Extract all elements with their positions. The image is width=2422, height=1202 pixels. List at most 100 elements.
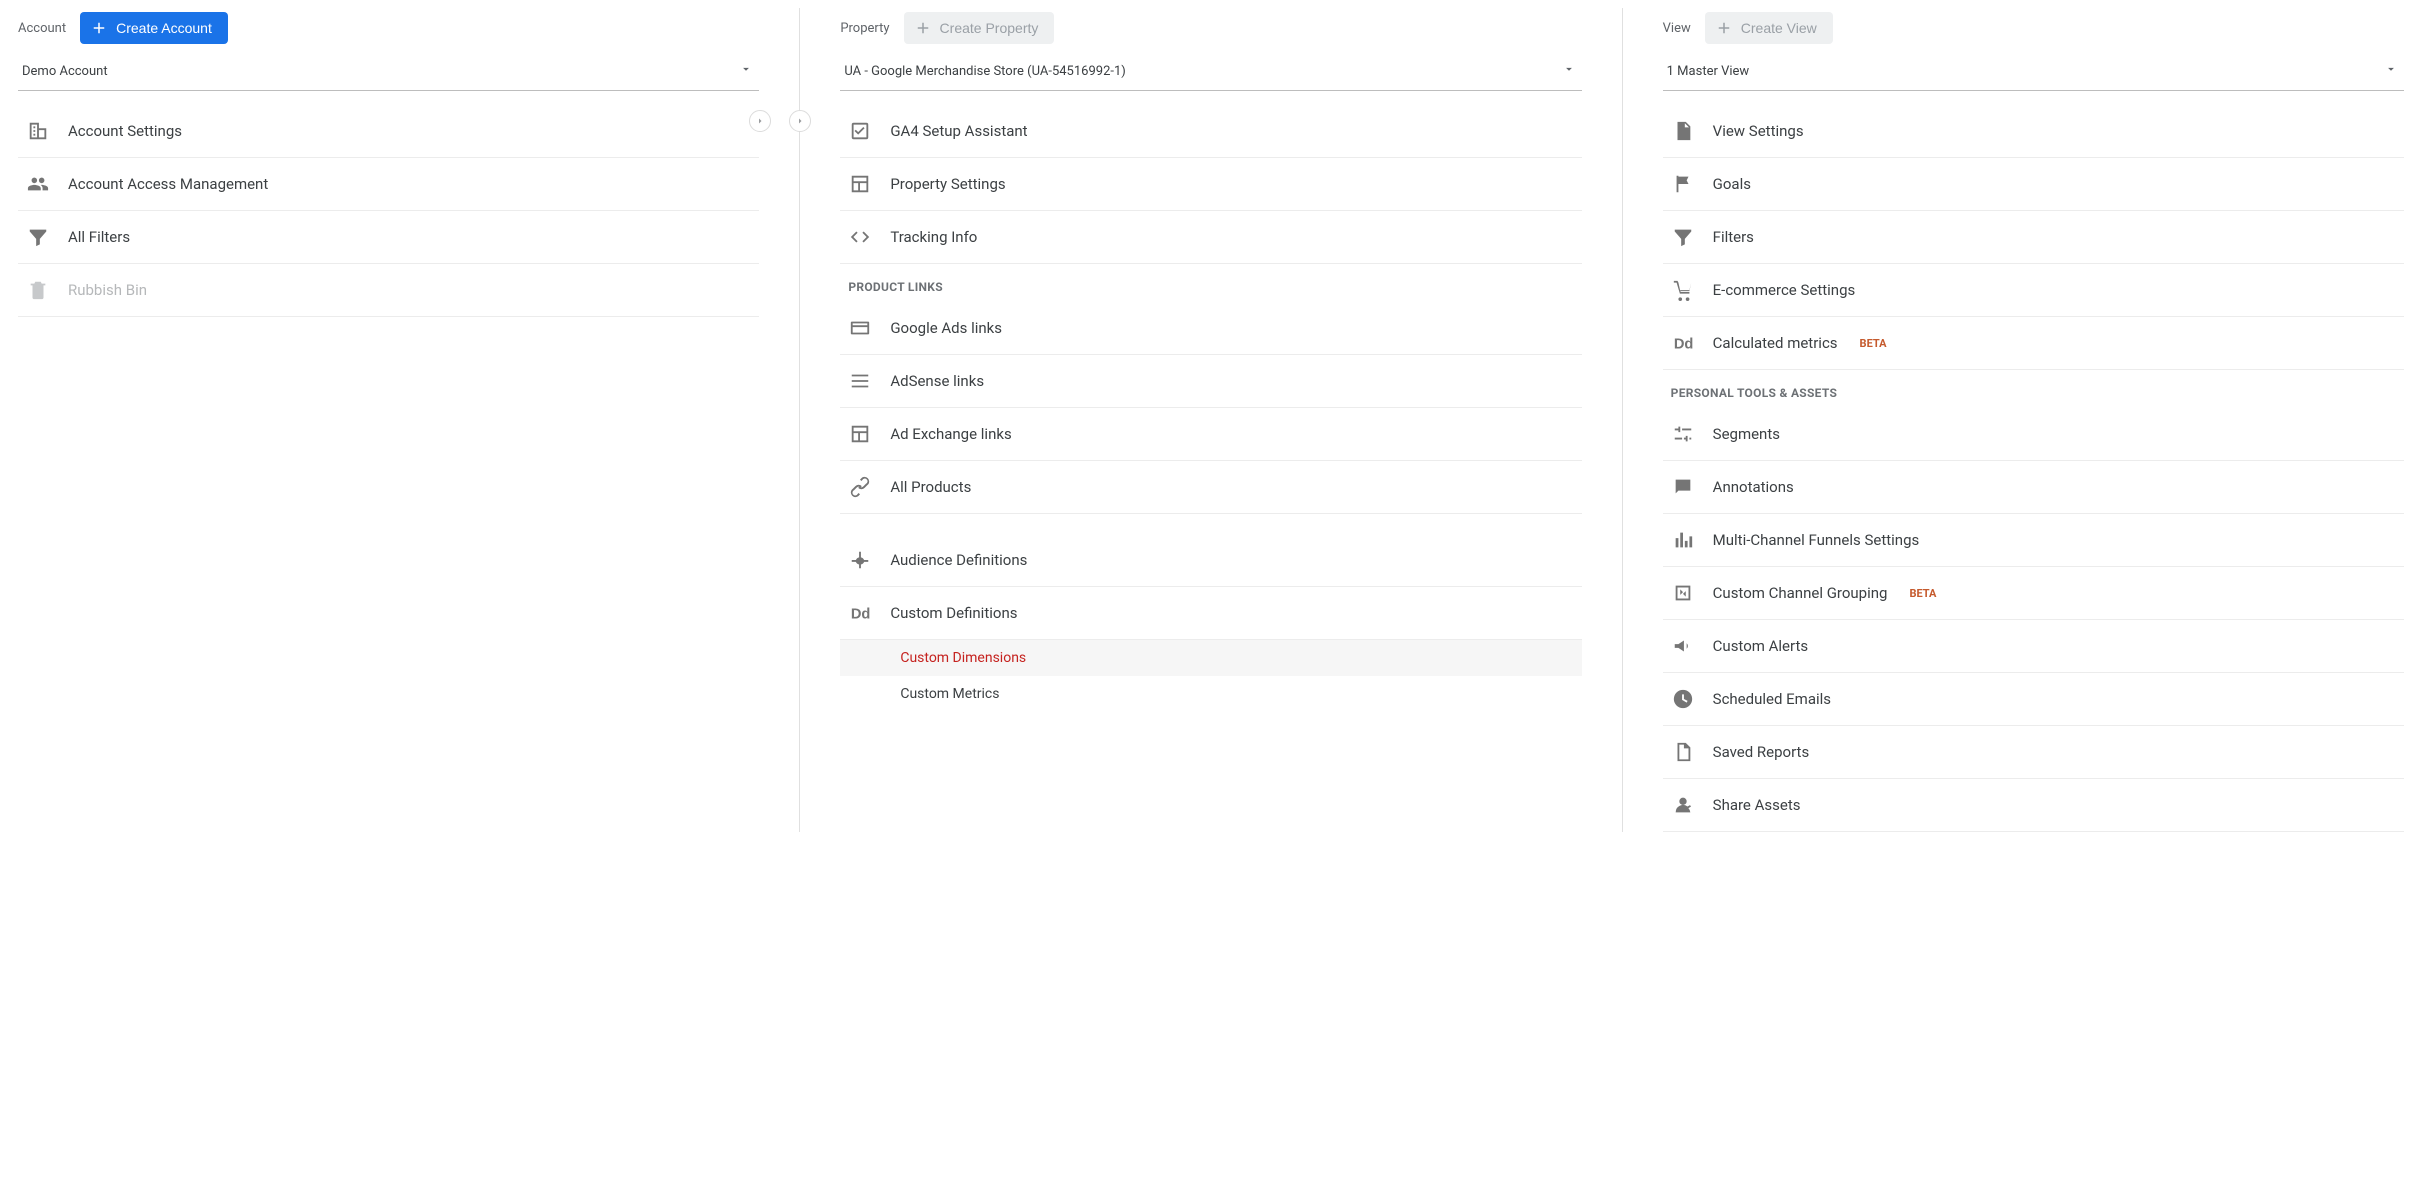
sub-item-custom-dimensions[interactable]: Custom Dimensions: [840, 640, 1581, 676]
property-label: Property: [840, 21, 889, 36]
trash-icon: [26, 278, 50, 302]
menu-item-label: Audience Definitions: [890, 551, 1027, 569]
menu-item-goals[interactable]: Goals: [1663, 158, 2404, 211]
menu-item-label: Scheduled Emails: [1713, 690, 1831, 708]
menu-item-custom-alerts[interactable]: Custom Alerts: [1663, 620, 2404, 673]
menu-item-annotations[interactable]: Annotations: [1663, 461, 2404, 514]
view-selector[interactable]: 1 Master View: [1663, 52, 2404, 91]
column-property: Property Create Property UA - Google Mer…: [799, 8, 1581, 832]
menu-item-label: All Products: [890, 478, 971, 496]
menu-item-ga4-setup[interactable]: GA4 Setup Assistant: [840, 105, 1581, 158]
plus-icon: [914, 19, 932, 37]
menu-item-label: Annotations: [1713, 478, 1794, 496]
menu-item-account-settings[interactable]: Account Settings: [18, 105, 759, 158]
menu-item-mcf-settings[interactable]: Multi-Channel Funnels Settings: [1663, 514, 2404, 567]
plus-icon: [1715, 19, 1733, 37]
menu-item-label: Google Ads links: [890, 319, 1002, 337]
menu-item-label: Account Access Management: [68, 175, 268, 193]
menu-item-scheduled-emails[interactable]: Scheduled Emails: [1663, 673, 2404, 726]
menu-item-label: Goals: [1713, 175, 1751, 193]
code-icon: [848, 225, 872, 249]
dd-icon: [848, 601, 872, 625]
page-icon: [1671, 119, 1695, 143]
menu-item-all-filters[interactable]: All Filters: [18, 211, 759, 264]
fork-icon: [848, 548, 872, 572]
people-icon: [26, 172, 50, 196]
menu-item-label: Calculated metrics: [1713, 334, 1838, 352]
sliders-icon: [1671, 422, 1695, 446]
megaphone-icon: [1671, 634, 1695, 658]
swap-icon: [1671, 581, 1695, 605]
menu-item-label: Custom Alerts: [1713, 637, 1808, 655]
create-property-label: Create Property: [940, 20, 1039, 36]
funnel-icon: [1671, 225, 1695, 249]
cart-icon: [1671, 278, 1695, 302]
menu-item-custom-definitions[interactable]: Custom Definitions: [840, 587, 1581, 640]
menu-item-label: Custom Definitions: [890, 604, 1017, 622]
menu-item-custom-channel-grouping[interactable]: Custom Channel Grouping BETA: [1663, 567, 2404, 620]
menu-item-rubbish-bin: Rubbish Bin: [18, 264, 759, 317]
view-selector-text: 1 Master View: [1667, 64, 1750, 79]
menu-item-ecommerce-settings[interactable]: E-commerce Settings: [1663, 264, 2404, 317]
menu-item-label: Rubbish Bin: [68, 281, 147, 299]
column-account: Account Create Account Demo Account Acco…: [18, 8, 759, 832]
beta-badge: BETA: [1860, 337, 1887, 350]
menu-item-calculated-metrics[interactable]: Calculated metrics BETA: [1663, 317, 2404, 370]
menu-item-label: Share Assets: [1713, 796, 1801, 814]
menu-item-tracking-info[interactable]: Tracking Info: [840, 211, 1581, 264]
menu-item-segments[interactable]: Segments: [1663, 408, 2404, 461]
funnel-icon: [26, 225, 50, 249]
beta-badge: BETA: [1909, 587, 1936, 600]
menu-item-all-products[interactable]: All Products: [840, 461, 1581, 514]
menu-item-share-assets[interactable]: Share Assets: [1663, 779, 2404, 832]
create-account-button[interactable]: Create Account: [80, 12, 228, 44]
sub-item-custom-metrics[interactable]: Custom Metrics: [840, 676, 1581, 712]
menu-item-label: Segments: [1713, 425, 1780, 443]
layout-icon: [848, 172, 872, 196]
menu-item-property-settings[interactable]: Property Settings: [840, 158, 1581, 211]
menu-item-label: GA4 Setup Assistant: [890, 122, 1027, 140]
card-icon: [848, 316, 872, 340]
menu-item-label: Multi-Channel Funnels Settings: [1713, 531, 1920, 549]
menu-item-label: Property Settings: [890, 175, 1005, 193]
personal-tools-header: PERSONAL TOOLS & ASSETS: [1663, 370, 2404, 408]
account-header: Account Create Account: [18, 8, 759, 52]
layout-icon: [848, 422, 872, 446]
share-icon: [1671, 793, 1695, 817]
menu-item-view-settings[interactable]: View Settings: [1663, 105, 2404, 158]
list-icon: [848, 369, 872, 393]
menu-item-label: Filters: [1713, 228, 1754, 246]
product-links-header: PRODUCT LINKS: [840, 264, 1581, 302]
caret-down-icon: [739, 62, 753, 80]
menu-item-label: Account Settings: [68, 122, 182, 140]
bars-icon: [1671, 528, 1695, 552]
menu-item-ad-exchange-links[interactable]: Ad Exchange links: [840, 408, 1581, 461]
property-selector-text: UA - Google Merchandise Store (UA-545169…: [844, 64, 1126, 79]
property-selector[interactable]: UA - Google Merchandise Store (UA-545169…: [840, 52, 1581, 91]
create-view-button: Create View: [1705, 12, 1833, 44]
menu-item-label: Tracking Info: [890, 228, 977, 246]
account-selector-text: Demo Account: [22, 64, 108, 79]
account-label: Account: [18, 21, 66, 36]
menu-item-audience-definitions[interactable]: Audience Definitions: [840, 534, 1581, 587]
menu-item-label: Ad Exchange links: [890, 425, 1011, 443]
column-view: View Create View 1 Master View View Sett…: [1622, 8, 2404, 832]
move-right-icon[interactable]: [749, 110, 771, 132]
menu-item-label: View Settings: [1713, 122, 1804, 140]
account-selector[interactable]: Demo Account: [18, 52, 759, 91]
view-header: View Create View: [1663, 8, 2404, 52]
property-header: Property Create Property: [840, 8, 1581, 52]
menu-item-label: Custom Channel Grouping: [1713, 584, 1888, 602]
menu-item-google-ads-links[interactable]: Google Ads links: [840, 302, 1581, 355]
menu-item-account-access[interactable]: Account Access Management: [18, 158, 759, 211]
move-right-icon[interactable]: [789, 110, 811, 132]
menu-item-adsense-links[interactable]: AdSense links: [840, 355, 1581, 408]
menu-item-filters[interactable]: Filters: [1663, 211, 2404, 264]
menu-item-saved-reports[interactable]: Saved Reports: [1663, 726, 2404, 779]
comment-icon: [1671, 475, 1695, 499]
create-view-label: Create View: [1741, 20, 1817, 36]
building-icon: [26, 119, 50, 143]
view-label: View: [1663, 21, 1691, 36]
doc-icon: [1671, 740, 1695, 764]
dd-icon: [1671, 331, 1695, 355]
